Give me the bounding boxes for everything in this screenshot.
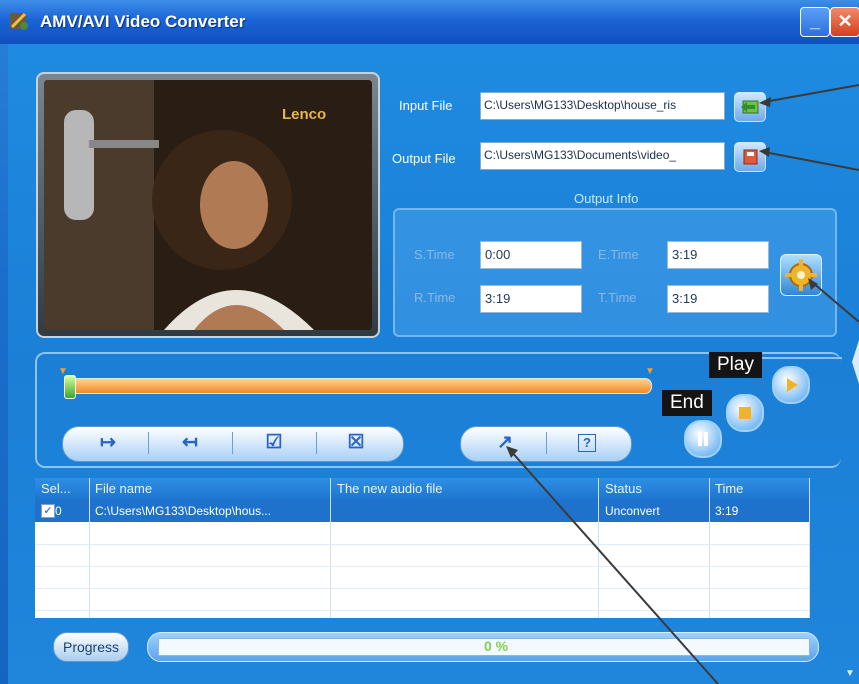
callout-line-input [763, 84, 859, 103]
callout-arrowhead [759, 147, 770, 157]
callout-arrowhead [808, 278, 818, 290]
callout-arrowhead [759, 97, 771, 107]
app-window: AMV/AVI Video Converter _ ✕ Lenco Input … [0, 0, 859, 684]
callout-line-settings [811, 281, 859, 323]
callout-tab [852, 340, 859, 384]
callout-line-convert [509, 449, 719, 684]
callout-line-output [763, 151, 859, 171]
callout-lines [506, 84, 859, 684]
